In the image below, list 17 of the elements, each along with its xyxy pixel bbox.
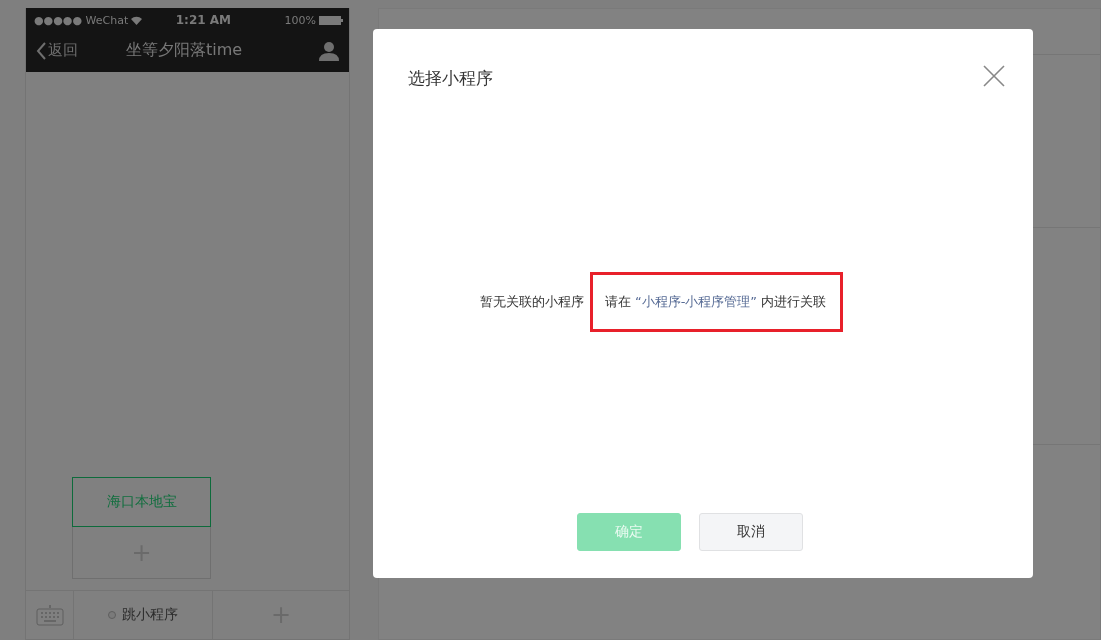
dialog-title: 选择小程序 [408, 67, 493, 90]
battery-text: 100% [284, 13, 316, 27]
bottom-menu-item[interactable]: 跳小程序 [122, 606, 178, 624]
empty-message: 暂无关联的小程序 [479, 292, 584, 311]
back-link[interactable]: 返回 [48, 41, 78, 60]
status-time: 1:21 AM [175, 13, 231, 27]
nav-title: 坐等夕阳落time [126, 40, 244, 61]
wifi-icon [131, 15, 143, 25]
battery-icon [319, 15, 343, 25]
cancel-button[interactable]: 取消 [698, 513, 803, 551]
close-icon[interactable] [983, 65, 1005, 87]
carrier-text: ●●●●● WeChat [34, 13, 129, 27]
person-icon[interactable] [319, 40, 339, 61]
manage-link[interactable]: “小程序-小程序管理” [634, 293, 758, 309]
menu-dot-icon [108, 611, 116, 619]
back-chevron-icon[interactable] [36, 41, 46, 60]
hint-text: 请在 “小程序-小程序管理” 内进行关联 [589, 271, 844, 332]
